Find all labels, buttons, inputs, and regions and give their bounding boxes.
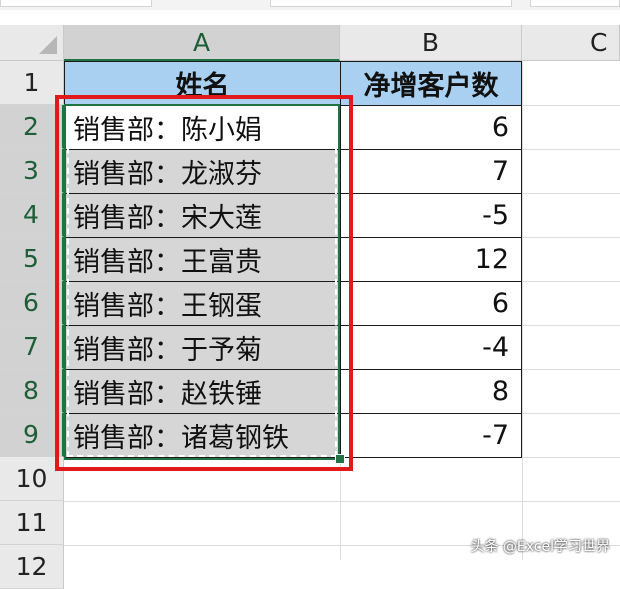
cell-b8[interactable]: 8: [340, 369, 522, 414]
cell-b1[interactable]: 净增客户数: [340, 61, 522, 106]
gridline: [64, 501, 620, 502]
cell-b6[interactable]: 6: [340, 281, 522, 326]
watermark: 头条 @Excel学习世界: [470, 539, 610, 555]
select-all-button[interactable]: [0, 25, 64, 61]
gridline: [522, 61, 523, 560]
cell-b5[interactable]: 12: [340, 237, 522, 282]
row-header-11[interactable]: 11: [0, 501, 64, 545]
column-header-a[interactable]: A: [64, 25, 340, 61]
cell-b2[interactable]: 6: [340, 105, 522, 150]
toolbar-segment: [530, 0, 620, 7]
toolbar-segment: [270, 0, 512, 7]
cell-b3[interactable]: 7: [340, 149, 522, 194]
cell-b4[interactable]: -5: [340, 193, 522, 238]
cell-b9[interactable]: -7: [340, 413, 522, 458]
toolbar-strip: [0, 0, 620, 10]
toolbar-segment: [0, 0, 152, 7]
column-header-b[interactable]: B: [340, 25, 522, 61]
row-header-12[interactable]: 12: [0, 545, 64, 589]
cell-b7[interactable]: -4: [340, 325, 522, 370]
highlight-box: [55, 95, 353, 471]
column-header-c[interactable]: C: [522, 25, 620, 61]
select-all-icon: [39, 36, 57, 54]
